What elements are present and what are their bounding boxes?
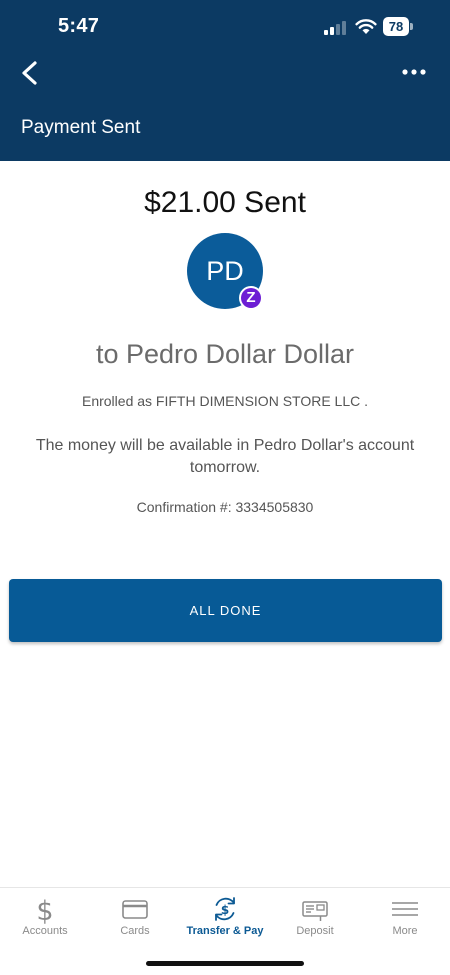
app-header: 5:47 78 Payment Sent: [0, 0, 450, 161]
home-indicator: [146, 961, 304, 966]
dollar-icon: $: [36, 896, 53, 924]
zelle-icon: Z: [241, 288, 261, 308]
battery-tip: [410, 23, 413, 30]
tab-deposit-label: Deposit: [296, 925, 334, 937]
tab-transfer-pay[interactable]: $ Transfer & Pay: [180, 888, 270, 948]
enrolled-as-text: Enrolled as FIFTH DIMENSION STORE LLC .: [81, 393, 369, 409]
tab-cards[interactable]: Cards: [90, 888, 180, 948]
tab-more[interactable]: More: [360, 888, 450, 948]
confirmation-number: Confirmation #: 3334505830: [136, 499, 314, 515]
back-button[interactable]: [14, 55, 48, 91]
tab-more-label: More: [392, 925, 418, 937]
all-done-button[interactable]: ALL DONE: [9, 579, 442, 642]
transfer-icon: $: [215, 897, 235, 921]
cellular-signal-icon: [324, 20, 348, 35]
battery-level: 78: [383, 17, 409, 36]
zelle-badge: Z: [239, 286, 263, 310]
tab-accounts[interactable]: $ Accounts: [0, 888, 90, 948]
tab-accounts-label: Accounts: [22, 925, 68, 937]
page-title: Payment Sent: [21, 117, 141, 138]
tab-deposit[interactable]: Deposit: [270, 888, 360, 948]
tab-transfer-pay-label: Transfer & Pay: [186, 925, 264, 937]
status-bar-time: 5:47: [58, 15, 100, 37]
payment-amount: $21.00 Sent: [144, 186, 306, 219]
card-icon: [122, 900, 148, 919]
menu-icon: [392, 902, 418, 916]
wifi-icon: [355, 19, 377, 34]
chevron-left-icon: [22, 61, 37, 85]
svg-text:$: $: [221, 903, 229, 917]
battery-indicator: 78: [383, 17, 413, 36]
check-deposit-icon: [302, 901, 328, 921]
more-options-button[interactable]: [398, 62, 430, 82]
recipient-name: to Pedro Dollar Dollar: [95, 339, 355, 369]
svg-text:$: $: [36, 896, 53, 924]
availability-message: The money will be available in Pedro Dol…: [35, 437, 415, 476]
tab-cards-label: Cards: [120, 925, 150, 937]
ellipsis-icon: [402, 69, 426, 75]
